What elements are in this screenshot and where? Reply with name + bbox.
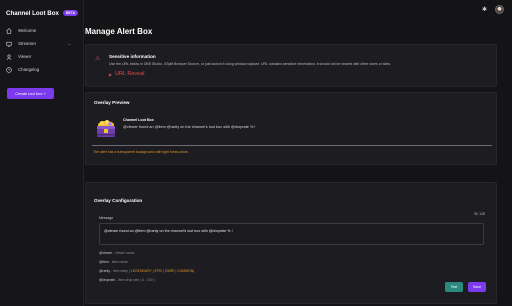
variable-row: @item - item name	[99, 260, 194, 269]
url-reveal-label: URL Reveal	[115, 71, 145, 77]
sidebar-item-label: Welcome	[18, 28, 37, 33]
sidebar-item-viewer[interactable]: Viewer	[0, 50, 83, 63]
message-label: Message	[99, 216, 114, 220]
sidebar-item-label: Streamer	[18, 41, 37, 46]
url-reveal-toggle[interactable]: ▶ URL Reveal	[109, 71, 145, 77]
preview-note: The alert has a transparent background w…	[93, 150, 189, 154]
sidebar-nav: Welcome Streamer ⌄ Viewer Changelog	[0, 24, 83, 76]
char-count: 76/ 128	[473, 212, 485, 216]
overlay-config-card: Overlay Configuration 76/ 128 Message @v…	[85, 182, 497, 304]
message-input[interactable]: @viewer found an @item @rarity on the ch…	[99, 223, 484, 245]
variable-desc: - viewer name	[112, 251, 135, 255]
variable-name: @rarity	[99, 269, 110, 273]
page-title: Manage Alert Box	[85, 27, 153, 36]
warning-icon: ⚠	[95, 56, 101, 62]
sidebar-item-changelog[interactable]: Changelog	[0, 63, 83, 76]
variable-name: @viewer	[99, 251, 113, 255]
overlay-preview-title: Overlay Preview	[94, 100, 130, 105]
clock-icon	[5, 66, 13, 74]
sidebar-item-label: Viewer	[18, 54, 32, 59]
save-button[interactable]: Save	[468, 282, 486, 292]
variable-row: @droprate - item drop rate ( 0 - 100 )	[99, 278, 194, 287]
caret-right-icon: ▶	[109, 71, 113, 77]
variable-row: @viewer - viewer name	[99, 251, 194, 260]
variable-desc: - item name	[108, 260, 128, 264]
screen-icon	[5, 40, 13, 48]
alert-divider	[92, 145, 492, 146]
sun-icon[interactable]: ✱	[482, 6, 487, 13]
avatar[interactable]	[495, 5, 504, 14]
alert-title: Channel Loot Box	[123, 118, 154, 122]
variable-name: @droprate	[99, 278, 116, 282]
variable-row: @rarity - item rarity ( LEGENDARY | EPIC…	[99, 269, 194, 278]
test-button[interactable]: Test	[445, 282, 463, 292]
chevron-down-icon[interactable]: ⌄	[68, 41, 71, 46]
header-actions: ✱	[482, 5, 504, 14]
sidebar-item-welcome[interactable]: Welcome	[0, 24, 83, 37]
variable-name: @item	[99, 260, 109, 264]
variable-desc: - item drop rate ( 0 - 100 )	[115, 278, 155, 282]
treasure-chest-icon	[97, 120, 115, 137]
brand-title: Channel Loot Box	[6, 9, 59, 17]
variable-options: ( LEGENDARY | EPIC | RARE | COMMON)	[128, 269, 195, 273]
home-icon	[5, 27, 13, 35]
variable-desc: - item rarity	[109, 269, 129, 273]
beta-badge: BETA	[62, 10, 79, 16]
alert-message: @viewer found an @item @rarity on the ch…	[123, 125, 256, 129]
sensitive-info-card: ⚠ Sensitive information Use the URL belo…	[85, 44, 497, 87]
overlay-preview-card: Overlay Preview Channel Loot Box @viewer…	[85, 92, 497, 165]
overlay-config-title: Overlay Configuration	[94, 198, 143, 203]
sensitive-info-text: Use the URL below in OBS Studio, XSplit …	[109, 62, 392, 66]
brand[interactable]: Channel Loot Box BETA	[0, 0, 83, 20]
user-icon	[5, 53, 13, 61]
create-loot-box-button[interactable]: Create loot box +	[7, 88, 54, 99]
sidebar: Channel Loot Box BETA Welcome Streamer ⌄…	[0, 0, 84, 306]
variables-list: @viewer - viewer name @item - item name …	[99, 251, 194, 287]
sidebar-item-label: Changelog	[18, 67, 40, 72]
sidebar-item-streamer[interactable]: Streamer ⌄	[0, 37, 83, 50]
sensitive-info-title: Sensitive information	[109, 54, 156, 59]
